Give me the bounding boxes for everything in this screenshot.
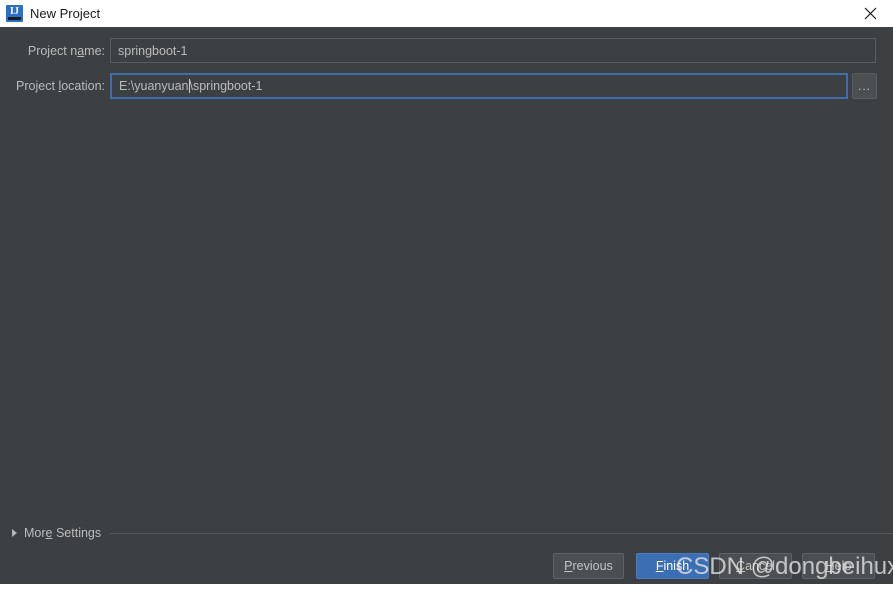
title-bar: IJ New Project [0, 0, 893, 27]
dialog-content: Project name: springboot-1 Project locat… [0, 27, 893, 590]
intellij-idea-icon-letters: IJ [10, 6, 19, 17]
help-button[interactable]: Help [802, 553, 875, 579]
project-location-value-after-caret: \springboot-1 [189, 79, 263, 93]
project-location-label: Project location: [16, 79, 105, 93]
cancel-button[interactable]: Cancel [719, 553, 792, 579]
more-settings-separator [110, 532, 893, 534]
close-button[interactable] [847, 0, 893, 27]
bottom-strip [0, 584, 893, 590]
close-icon [864, 7, 876, 20]
project-name-value: springboot-1 [118, 43, 188, 58]
browse-ellipsis-button[interactable]: ... [852, 73, 877, 99]
finish-button[interactable]: Finish [636, 553, 709, 579]
intellij-idea-icon: IJ [6, 5, 23, 22]
project-location-input[interactable]: E:\yuanyuan \springboot-1 [110, 73, 848, 99]
chevron-right-icon [12, 529, 17, 537]
project-location-value-before-caret: E:\yuanyuan [119, 79, 189, 93]
previous-button[interactable]: Previous [553, 553, 624, 579]
window-title: New Project [30, 6, 101, 21]
more-settings-row: More Settings [0, 522, 893, 544]
more-settings-toggle[interactable]: More Settings [0, 526, 101, 540]
browse-button-label: ... [857, 79, 871, 93]
new-project-dialog: IJ New Project Project name: springboot-… [0, 0, 893, 590]
project-name-input[interactable]: springboot-1 [110, 38, 876, 63]
intellij-idea-icon-bar [8, 17, 21, 20]
project-name-label: Project name: [27, 44, 105, 58]
more-settings-label: More Settings [24, 526, 102, 540]
